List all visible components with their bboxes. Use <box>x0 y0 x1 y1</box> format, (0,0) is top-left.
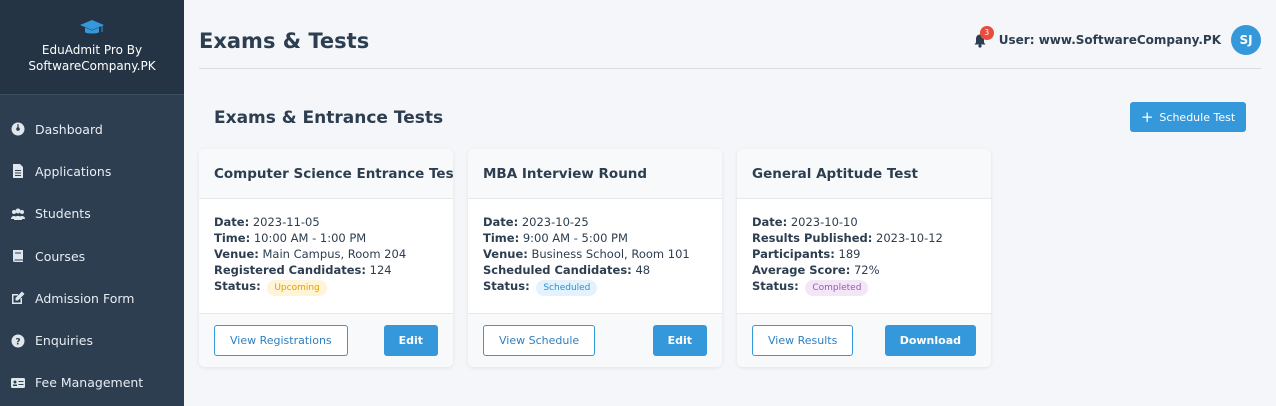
brand: EduAdmit Pro By SoftwareCompany.PK <box>0 0 184 95</box>
sidebar-item-label: Dashboard <box>35 121 103 137</box>
card-title: MBA Interview Round <box>468 149 722 199</box>
view-schedule-button[interactable]: View Schedule <box>483 325 596 356</box>
status-badge: Completed <box>805 280 869 296</box>
exam-card-computer-science: Computer Science Entrance Test Date: 202… <box>199 149 453 367</box>
exam-card-mba-interview: MBA Interview Round Date: 2023-10-25 Tim… <box>468 149 722 367</box>
brand-line-1: EduAdmit Pro By <box>41 43 143 57</box>
sidebar-item-applications[interactable]: Applications <box>0 150 184 192</box>
question-icon: ? <box>11 334 25 348</box>
card-row-status: Status: Completed <box>752 278 976 296</box>
file-icon <box>11 164 25 179</box>
users-icon <box>11 207 25 221</box>
card-row-status: Status: Upcoming <box>214 278 438 296</box>
plus-icon: + <box>1140 107 1154 126</box>
user-area: 3 User: www.SoftwareCompany.PK SJ <box>973 25 1261 55</box>
sidebar-item-label: Admission Form <box>35 290 135 306</box>
exam-card-general-aptitude: General Aptitude Test Date: 2023-10-10 R… <box>737 149 991 367</box>
avatar[interactable]: SJ <box>1231 25 1261 55</box>
section-title: Exams & Entrance Tests <box>214 108 444 128</box>
svg-text:?: ? <box>15 337 20 347</box>
card-row-venue: Venue: Business School, Room 101 <box>483 247 690 261</box>
id-card-icon <box>11 376 25 390</box>
sidebar-item-label: Enquiries <box>35 333 93 349</box>
card-footer: View Registrations Edit <box>199 313 453 367</box>
sidebar-item-courses[interactable]: Courses <box>0 235 184 277</box>
card-row-average-score: Average Score: 72% <box>752 263 880 277</box>
download-button[interactable]: Download <box>884 325 976 356</box>
card-row-participants: Participants: 189 <box>752 247 861 261</box>
notification-badge: 3 <box>979 26 994 40</box>
dashboard-icon <box>11 122 25 136</box>
notification-bell[interactable]: 3 <box>973 26 994 48</box>
sidebar-item-label: Fee Management <box>35 375 144 391</box>
page-title: Exams & Tests <box>199 29 370 53</box>
sidebar-item-enquiries[interactable]: ? Enquiries <box>0 319 184 361</box>
book-icon <box>11 249 25 263</box>
card-row-results-published: Results Published: 2023-10-12 <box>752 231 943 245</box>
sidebar-item-dashboard[interactable]: Dashboard <box>0 108 184 150</box>
brand-line-2: SoftwareCompany.PK <box>28 59 156 73</box>
card-row-date: Date: 2023-10-10 <box>752 215 858 229</box>
edit-button[interactable]: Edit <box>652 325 707 356</box>
sidebar-item-label: Students <box>35 206 91 222</box>
sidebar-item-fee-management[interactable]: Fee Management <box>0 362 184 404</box>
card-body: Date: 2023-10-10 Results Published: 2023… <box>737 199 991 313</box>
card-row-candidates: Scheduled Candidates: 48 <box>483 263 651 277</box>
view-registrations-button[interactable]: View Registrations <box>214 325 348 356</box>
card-row-time: Time: 9:00 AM - 5:00 PM <box>483 231 628 245</box>
schedule-test-button[interactable]: + Schedule Test <box>1130 102 1246 132</box>
graduation-cap-icon <box>80 20 104 34</box>
card-body: Date: 2023-11-05 Time: 10:00 AM - 1:00 P… <box>199 199 453 313</box>
card-row-status: Status: Scheduled <box>483 278 707 296</box>
card-footer: View Results Download <box>737 313 991 367</box>
status-badge: Scheduled <box>536 280 598 296</box>
schedule-test-label: Schedule Test <box>1159 110 1236 124</box>
card-row-time: Time: 10:00 AM - 1:00 PM <box>214 231 367 245</box>
card-title: Computer Science Entrance Test <box>199 149 453 199</box>
sidebar-item-students[interactable]: Students <box>0 193 184 235</box>
card-row-date: Date: 2023-11-05 <box>214 215 320 229</box>
sidebar-nav: Dashboard Applications Students Courses … <box>0 95 184 404</box>
edit-button[interactable]: Edit <box>383 325 438 356</box>
view-results-button[interactable]: View Results <box>752 325 854 356</box>
edit-icon <box>11 291 25 305</box>
user-label: User: www.SoftwareCompany.PK <box>998 33 1221 47</box>
card-row-venue: Venue: Main Campus, Room 204 <box>214 247 407 261</box>
card-body: Date: 2023-10-25 Time: 9:00 AM - 5:00 PM… <box>468 199 722 313</box>
status-badge: Upcoming <box>267 280 327 296</box>
card-title: General Aptitude Test <box>737 149 991 199</box>
card-footer: View Schedule Edit <box>468 313 722 367</box>
card-row-date: Date: 2023-10-25 <box>483 215 589 229</box>
top-header: Exams & Tests 3 User: www.SoftwareCompan… <box>199 0 1261 69</box>
sidebar-item-admission-form[interactable]: Admission Form <box>0 277 184 319</box>
sidebar-item-label: Applications <box>35 163 112 179</box>
sidebar-item-label: Courses <box>35 248 86 264</box>
card-row-candidates: Registered Candidates: 124 <box>214 263 392 277</box>
sidebar: EduAdmit Pro By SoftwareCompany.PK Dashb… <box>0 0 184 406</box>
